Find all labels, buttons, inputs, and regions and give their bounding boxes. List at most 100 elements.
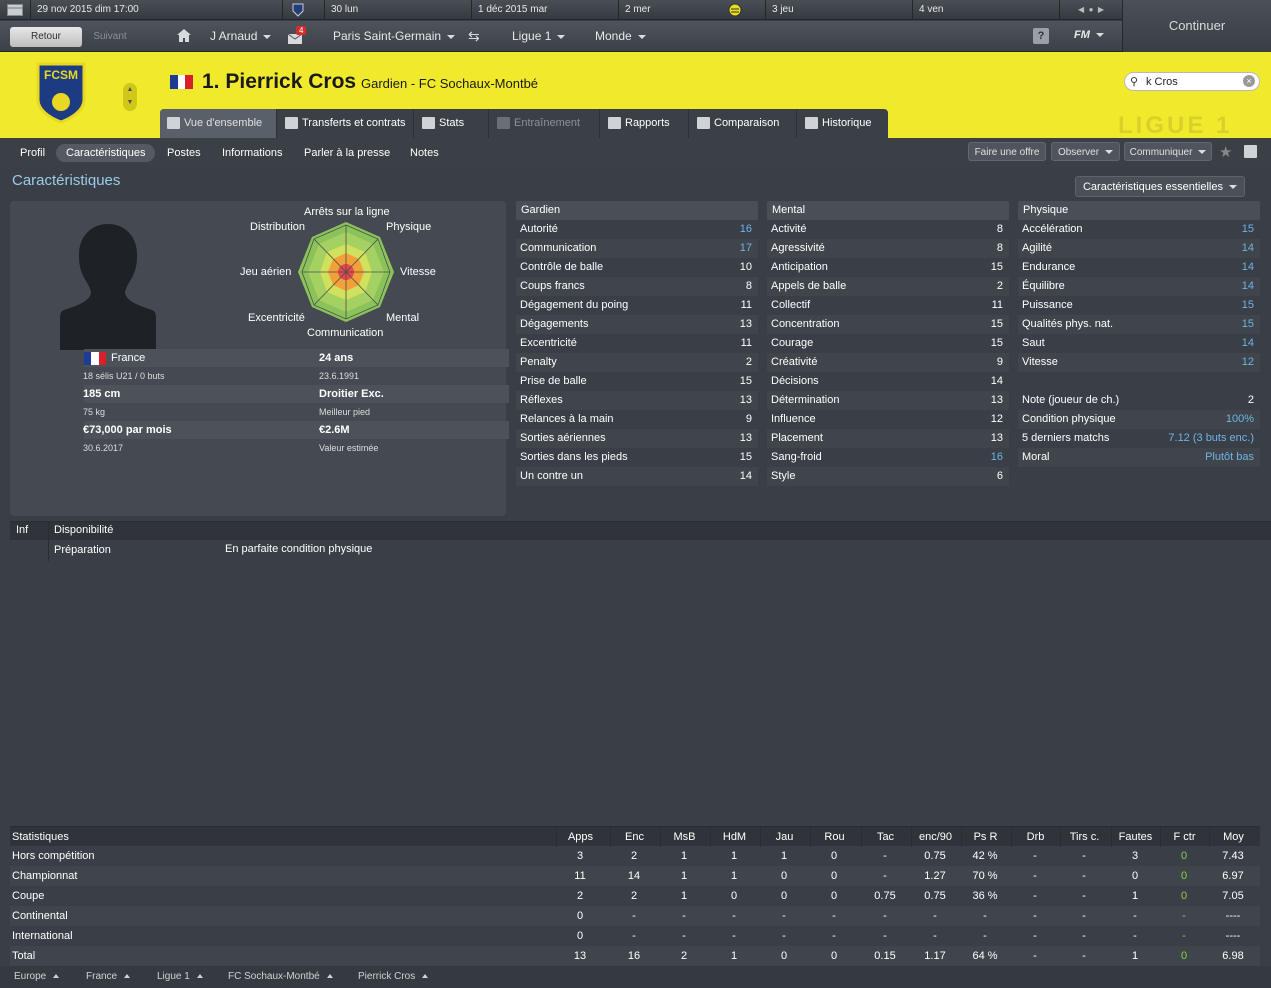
calendar-arrows[interactable]: ◀ ● ▶ bbox=[1059, 0, 1122, 20]
column-header[interactable]: Fautes bbox=[1111, 827, 1159, 847]
attribute-row[interactable]: Anticipation 15 bbox=[767, 258, 1009, 277]
help-button[interactable]: ? bbox=[1033, 28, 1049, 44]
calendar-day[interactable]: 3 jeu bbox=[765, 0, 912, 20]
subnav-information[interactable]: Informations bbox=[222, 144, 283, 162]
attribute-row[interactable]: Dégagement du poing 11 bbox=[516, 296, 758, 315]
calendar-day[interactable]: 2 mer bbox=[618, 0, 765, 20]
calendar-icon[interactable] bbox=[0, 0, 30, 20]
star-icon[interactable]: ★ bbox=[1219, 143, 1232, 161]
attribute-row[interactable]: Appels de balle 2 bbox=[767, 277, 1009, 296]
attribute-row[interactable]: Autorité 16 bbox=[516, 220, 758, 239]
attribute-row[interactable]: Relances à la main 9 bbox=[516, 410, 758, 429]
subnav-attributes[interactable]: Caractéristiques bbox=[56, 144, 156, 162]
attribute-row[interactable]: Détermination 13 bbox=[767, 391, 1009, 410]
attribute-row[interactable]: Influence 12 bbox=[767, 410, 1009, 429]
column-header[interactable]: Enc bbox=[610, 827, 658, 847]
player-cycle-arrows[interactable]: ▲ ▼ bbox=[123, 83, 137, 111]
column-header[interactable]: F ctr bbox=[1160, 827, 1208, 847]
attribute-row[interactable]: Prise de balle 15 bbox=[516, 372, 758, 391]
calendar-day[interactable]: 1 déc 2015 mar bbox=[471, 0, 618, 20]
calendar-day[interactable]: 30 lun bbox=[324, 0, 471, 20]
column-header[interactable]: HdM bbox=[710, 827, 758, 847]
calendar-day[interactable]: 4 ven bbox=[912, 0, 1059, 20]
attribute-row[interactable]: Penalty 2 bbox=[516, 353, 758, 372]
manager-menu[interactable]: J Arnaud bbox=[210, 29, 272, 43]
attribute-row[interactable]: Style 6 bbox=[767, 467, 1009, 486]
attribute-row[interactable]: Accélération 15 bbox=[1018, 220, 1260, 239]
clear-search-icon[interactable]: × bbox=[1243, 75, 1255, 87]
search-field[interactable]: ⚲ k Cros × bbox=[1124, 72, 1260, 91]
scout-button[interactable]: Observer bbox=[1051, 142, 1120, 161]
attribute-row[interactable]: Réflexes 13 bbox=[516, 391, 758, 410]
search-input[interactable]: k Cros bbox=[1146, 76, 1178, 88]
column-header[interactable]: Apps bbox=[556, 827, 604, 847]
league-menu[interactable]: Ligue 1 bbox=[512, 29, 566, 43]
attribute-row[interactable]: Placement 13 bbox=[767, 429, 1009, 448]
subnav-notes[interactable]: Notes bbox=[410, 144, 439, 162]
attribute-row[interactable]: Courage 15 bbox=[767, 334, 1009, 353]
subnav-profile[interactable]: Profil bbox=[20, 144, 45, 162]
column-header[interactable]: Ps R bbox=[961, 827, 1009, 847]
world-menu[interactable]: Monde bbox=[595, 29, 646, 43]
column-header[interactable]: enc/90 bbox=[911, 827, 959, 847]
attribute-row[interactable]: Sorties dans les pieds 15 bbox=[516, 448, 758, 467]
attribute-row[interactable]: Dégagements 13 bbox=[516, 315, 758, 334]
attribute-row[interactable]: Agilité 14 bbox=[1018, 239, 1260, 258]
info-tab[interactable]: Inf bbox=[16, 524, 28, 536]
tab-history[interactable]: Historique bbox=[798, 109, 888, 138]
forward-button[interactable]: Suivant bbox=[84, 27, 136, 47]
column-header[interactable]: Rou bbox=[810, 827, 858, 847]
attribute-row[interactable]: Contrôle de balle 10 bbox=[516, 258, 758, 277]
attribute-row[interactable]: Équilibre 14 bbox=[1018, 277, 1260, 296]
attribute-row[interactable]: Créativité 9 bbox=[767, 353, 1009, 372]
current-date[interactable]: 29 nov 2015 dim 17:00 bbox=[30, 0, 282, 20]
attribute-row[interactable]: Sang-froid 16 bbox=[767, 448, 1009, 467]
breadcrumb-item[interactable]: FC Sochaux-Montbé bbox=[228, 971, 333, 982]
breadcrumb-item[interactable]: Pierrick Cros bbox=[358, 971, 429, 982]
swap-icon[interactable]: ⇆ bbox=[468, 28, 480, 45]
attribute-row[interactable]: Coups francs 8 bbox=[516, 277, 758, 296]
attributes-view-dropdown[interactable]: Caractéristiques essentielles bbox=[1075, 176, 1245, 197]
attribute-row[interactable]: Puissance 15 bbox=[1018, 296, 1260, 315]
attribute-row[interactable]: Endurance 14 bbox=[1018, 258, 1260, 277]
column-header[interactable]: Moy bbox=[1209, 827, 1257, 847]
attribute-row[interactable]: Saut 14 bbox=[1018, 334, 1260, 353]
note-icon[interactable] bbox=[1244, 145, 1257, 158]
attribute-row[interactable]: Excentricité 11 bbox=[516, 334, 758, 353]
tab-reports[interactable]: Rapports bbox=[601, 109, 689, 138]
back-button[interactable]: Retour bbox=[10, 27, 82, 47]
tab-comparison[interactable]: Comparaison bbox=[690, 109, 797, 138]
column-header[interactable]: Tirs c. bbox=[1060, 827, 1108, 847]
attribute-row[interactable]: Un contre un 14 bbox=[516, 467, 758, 486]
attribute-row[interactable]: Décisions 14 bbox=[767, 372, 1009, 391]
tab-transfers[interactable]: Transferts et contrats bbox=[278, 109, 414, 138]
attribute-row[interactable]: Sorties aériennes 13 bbox=[516, 429, 758, 448]
column-header[interactable]: Tac bbox=[861, 827, 909, 847]
home-icon[interactable] bbox=[176, 28, 192, 46]
attribute-row[interactable]: Activité 8 bbox=[767, 220, 1009, 239]
column-header[interactable]: MsB bbox=[660, 827, 708, 847]
tab-overview[interactable]: Vue d'ensemble bbox=[160, 109, 277, 138]
tab-stats[interactable]: Stats bbox=[415, 109, 489, 138]
fm-menu[interactable]: FM bbox=[1074, 29, 1104, 41]
breadcrumb-item[interactable]: Europe bbox=[14, 971, 60, 982]
tab-training[interactable]: Entraînement bbox=[490, 109, 600, 138]
column-header[interactable]: Drb bbox=[1011, 827, 1059, 847]
subnav-press[interactable]: Parler à la presse bbox=[304, 144, 390, 162]
attribute-row[interactable]: Communication 17 bbox=[516, 239, 758, 258]
attribute-row[interactable]: Collectif 11 bbox=[767, 296, 1009, 315]
breadcrumb-item[interactable]: Ligue 1 bbox=[157, 971, 203, 982]
attribute-row[interactable]: Qualités phys. nat. 15 bbox=[1018, 315, 1260, 334]
breadcrumb-item[interactable]: France bbox=[86, 971, 131, 982]
continue-button[interactable]: Continuer bbox=[1122, 0, 1271, 52]
attribute-row[interactable]: Concentration 15 bbox=[767, 315, 1009, 334]
club-menu[interactable]: Paris Saint-Germain bbox=[333, 29, 456, 43]
subnav-positions[interactable]: Postes bbox=[167, 144, 201, 162]
attribute-row[interactable]: Vitesse 12 bbox=[1018, 353, 1260, 372]
attribute-row[interactable]: Agressivité 8 bbox=[767, 239, 1009, 258]
make-offer-button[interactable]: Faire une offre bbox=[968, 142, 1046, 161]
column-header[interactable]: Statistiques bbox=[12, 827, 212, 847]
inbox-icon[interactable]: 4 bbox=[287, 26, 307, 44]
column-header[interactable]: Jau bbox=[760, 827, 808, 847]
communicate-button[interactable]: Communiquer bbox=[1124, 142, 1212, 161]
